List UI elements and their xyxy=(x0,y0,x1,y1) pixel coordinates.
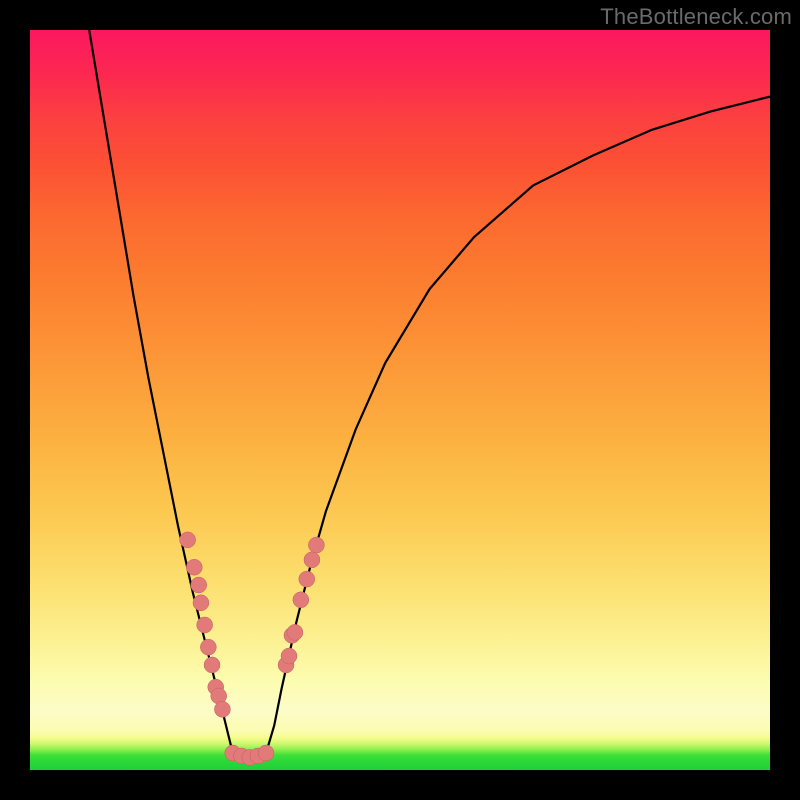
bottleneck-curve xyxy=(89,30,770,753)
sample-dot xyxy=(191,577,207,593)
plot-svg xyxy=(30,30,770,770)
sample-dot xyxy=(308,537,324,553)
sample-dot xyxy=(197,617,213,633)
sample-dot xyxy=(287,624,303,640)
sample-dot xyxy=(304,552,320,568)
watermark-text: TheBottleneck.com xyxy=(600,4,792,30)
sample-dot xyxy=(200,639,216,655)
sample-dot xyxy=(281,648,297,664)
sample-dot xyxy=(204,657,220,673)
plot-area xyxy=(30,30,770,770)
sample-dot xyxy=(293,592,309,608)
sample-dot xyxy=(193,595,209,611)
sample-dots-right xyxy=(278,537,324,673)
sample-dots-bottom xyxy=(225,745,274,765)
sample-dot xyxy=(214,701,230,717)
sample-dot xyxy=(180,532,196,548)
sample-dot xyxy=(299,571,315,587)
sample-dot xyxy=(258,745,274,761)
sample-dot xyxy=(186,559,202,575)
sample-dots-left xyxy=(180,532,231,717)
